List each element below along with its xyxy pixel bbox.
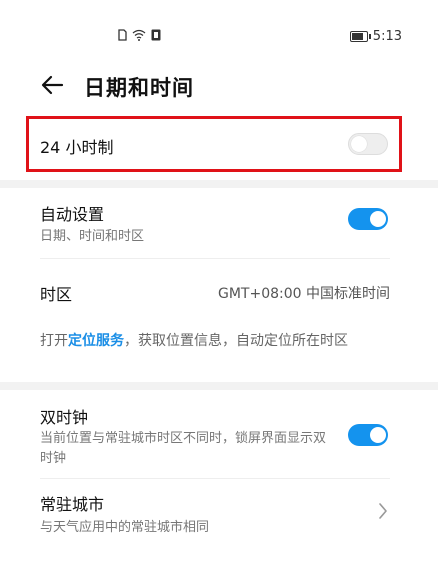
- divider: [40, 258, 390, 259]
- back-arrow-icon[interactable]: [38, 70, 68, 100]
- home-city-label: 常驻城市: [40, 495, 105, 514]
- page-title: 日期和时间: [84, 76, 194, 100]
- notification-icon: [151, 29, 161, 41]
- dual-clock-subtitle: 当前位置与常驻城市时区不同时，锁屏界面显示双时钟: [40, 431, 327, 466]
- section-separator: [0, 382, 438, 390]
- hour24-toggle[interactable]: [348, 133, 388, 155]
- info-suffix: ，获取位置信息，自动定位所在时区: [124, 333, 348, 349]
- sim-card-icon: [118, 29, 127, 41]
- location-service-link[interactable]: 定位服务: [68, 333, 124, 349]
- chevron-right-icon: [379, 503, 387, 519]
- auto-setting-subtitle: 日期、时间和时区: [40, 229, 145, 244]
- home-city-subtitle: 与天气应用中的常驻城市相同: [40, 520, 210, 535]
- status-bar-right: 5:13: [349, 29, 402, 44]
- dual-clock-label: 双时钟: [40, 408, 89, 427]
- info-prefix: 打开: [40, 333, 68, 349]
- wifi-icon: [132, 29, 146, 41]
- auto-setting-label: 自动设置: [40, 205, 105, 224]
- status-time: 5:13: [372, 29, 402, 44]
- timezone-value: GMT+08:00 中国标准时间: [217, 286, 390, 302]
- dual-clock-toggle[interactable]: [348, 424, 388, 446]
- hour24-label: 24 小时制: [40, 138, 114, 157]
- location-info-text: 打开定位服务，获取位置信息，自动定位所在时区: [40, 330, 380, 352]
- divider: [40, 478, 390, 479]
- status-bar-left: [118, 29, 161, 41]
- auto-setting-toggle[interactable]: [348, 208, 388, 230]
- section-separator: [0, 180, 438, 188]
- battery-icon: [349, 31, 371, 42]
- timezone-label: 时区: [40, 285, 73, 304]
